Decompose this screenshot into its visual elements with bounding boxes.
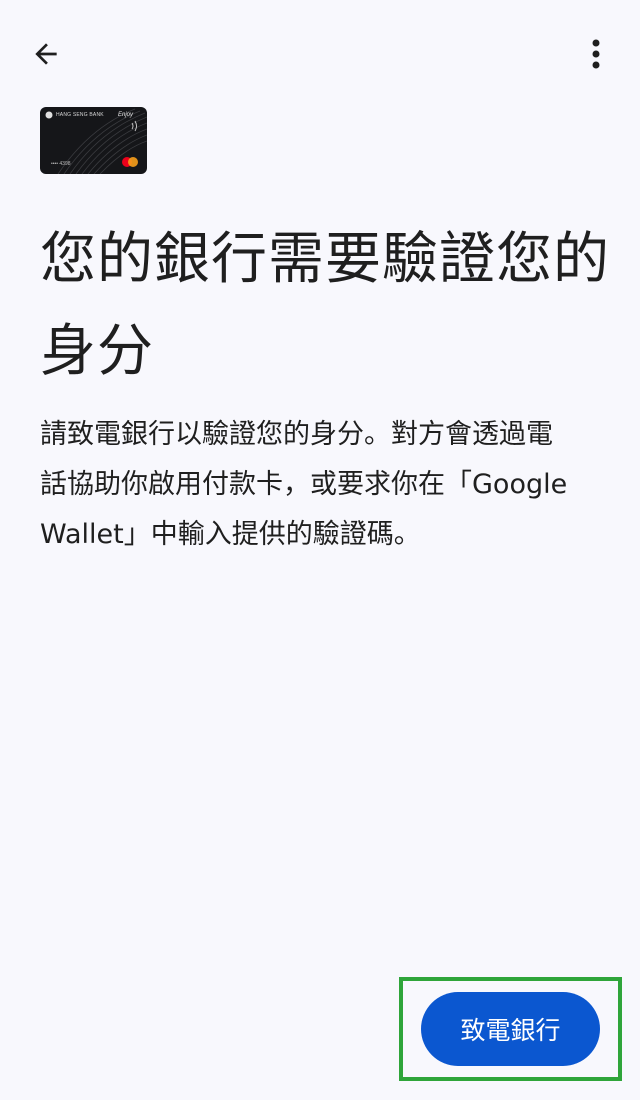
back-button[interactable] <box>20 28 72 80</box>
screen: HANG SENG BANK Enjoy •••• 4398 您的銀行需要驗證您… <box>0 0 640 1100</box>
mastercard-logo <box>122 157 138 167</box>
card-last-digits: •••• 4398 <box>51 161 71 167</box>
bank-logo-icon <box>45 111 53 119</box>
more-vert-icon <box>592 39 600 69</box>
page-title: 您的銀行需要驗證您的身分 <box>40 227 610 384</box>
verification-description: 請致電銀行以驗證您的身分。對方會透過電話協助你啟用付款卡，或要求你在「Googl… <box>40 419 568 550</box>
call-bank-button[interactable]: 致電銀行 <box>421 992 600 1066</box>
payment-card-image: HANG SENG BANK Enjoy •••• 4398 <box>40 107 147 174</box>
card-bank-name: HANG SENG BANK <box>56 112 104 118</box>
more-options-button[interactable] <box>572 28 620 80</box>
arrow-back-icon <box>35 43 57 65</box>
top-app-bar <box>0 0 640 104</box>
card-brand-name: Enjoy <box>118 112 134 118</box>
